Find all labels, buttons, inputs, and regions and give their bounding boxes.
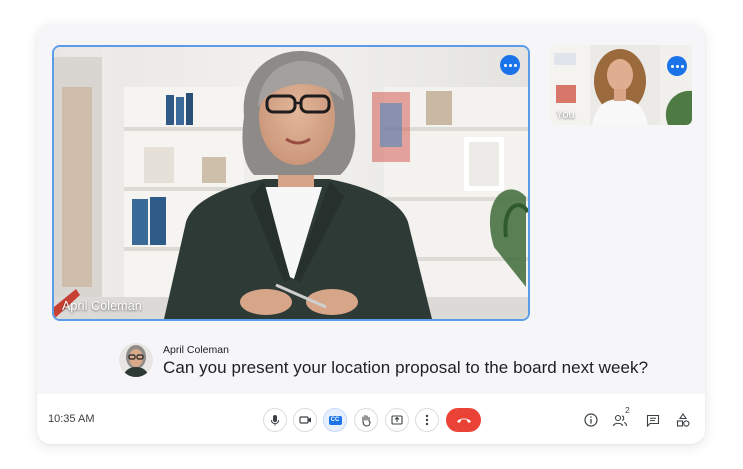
participant-name-label: April Coleman: [62, 299, 142, 313]
caption-text: Can you present your location proposal t…: [163, 358, 649, 377]
self-view-label: You: [556, 109, 575, 121]
chat-icon[interactable]: [641, 408, 665, 432]
raise-hand-icon[interactable]: [354, 408, 378, 432]
end-call-icon: [456, 418, 471, 423]
speaker-video-frame: [54, 47, 528, 319]
captions-label: CC: [328, 415, 342, 425]
caption-speaker-name: April Coleman: [163, 344, 229, 356]
present-icon[interactable]: [385, 408, 409, 432]
microphone-icon[interactable]: [263, 408, 287, 432]
people-icon[interactable]: 2: [608, 405, 632, 432]
camera-icon[interactable]: [293, 408, 317, 432]
avatar: [119, 343, 153, 377]
call-controls-bar: 10:35 AM CC 2: [37, 394, 705, 444]
meeting-clock: 10:35 AM: [48, 413, 95, 425]
activities-icon[interactable]: [671, 408, 695, 432]
self-view-tile[interactable]: You: [550, 45, 692, 125]
more-options-vertical-icon[interactable]: [415, 408, 439, 432]
end-call-button[interactable]: [446, 408, 481, 432]
participant-count-badge: 2: [625, 405, 630, 415]
self-more-options-icon[interactable]: [667, 56, 687, 76]
main-speaker-tile[interactable]: April Coleman: [52, 45, 530, 321]
more-options-icon[interactable]: [500, 55, 520, 75]
captions-icon[interactable]: CC: [323, 408, 347, 432]
info-icon[interactable]: [579, 408, 603, 432]
live-caption: April Coleman Can you present your locat…: [119, 342, 679, 382]
meeting-window: April Coleman You April Coleman Can you …: [37, 24, 705, 444]
